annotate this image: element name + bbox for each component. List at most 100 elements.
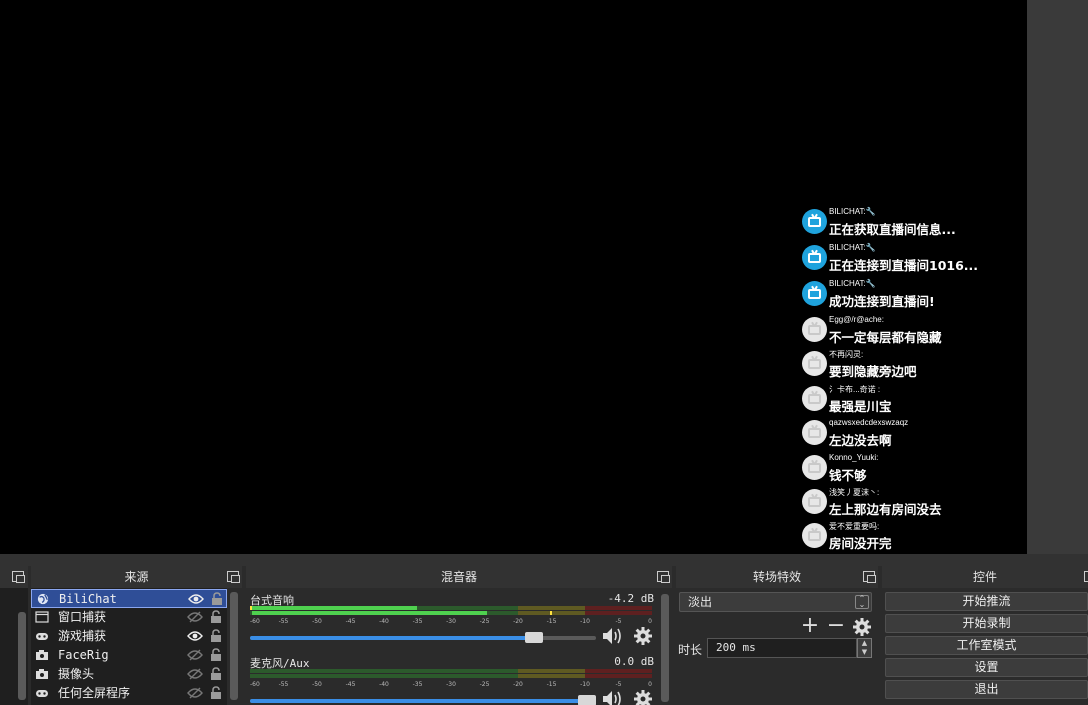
exit-button[interactable]: 退出	[885, 680, 1088, 699]
remove-icon[interactable]: −	[826, 615, 846, 637]
source-item[interactable]: 摄像头	[31, 665, 227, 684]
lock-icon[interactable]	[210, 610, 222, 624]
visibility-eye-icon[interactable]	[187, 630, 203, 642]
meter-tick-label: 0	[648, 618, 652, 625]
chat-username: BILICHAT:🔧	[829, 279, 876, 288]
chat-text: 房间没开完	[829, 536, 892, 551]
sources-title: 来源	[124, 570, 149, 584]
meter-tick-label: -50	[312, 681, 322, 688]
meter-tick-label: -10	[580, 681, 590, 688]
meter-tick-label: -45	[345, 618, 356, 625]
float-dock-icon[interactable]	[12, 571, 25, 583]
scenes-dock	[0, 566, 28, 705]
volume-slider[interactable]	[250, 632, 596, 643]
source-item[interactable]: FaceRig	[31, 646, 227, 665]
dock-splitter[interactable]	[0, 554, 1088, 566]
float-dock-icon[interactable]	[1084, 571, 1088, 582]
source-label: BiliChat	[59, 592, 117, 606]
bilibili-tv-icon	[802, 420, 827, 445]
meter-tick-label: -40	[379, 681, 389, 688]
bilibili-tv-icon	[802, 209, 827, 234]
browser-globe-icon	[37, 593, 49, 605]
visibility-hidden-icon[interactable]	[187, 687, 203, 699]
lock-icon[interactable]	[210, 667, 222, 681]
visibility-hidden-icon[interactable]	[187, 649, 203, 661]
lock-icon[interactable]	[210, 686, 222, 700]
bilibili-tv-icon	[802, 386, 827, 411]
gear-icon[interactable]	[853, 618, 871, 636]
chat-text: 要到隐藏旁边吧	[829, 364, 917, 379]
bilibili-tv-icon	[802, 317, 827, 342]
transition-select[interactable]: 淡出 ⌃ ⌄	[679, 592, 872, 612]
controls-panel: 开始推流 开始录制 工作室模式 设置 退出	[882, 588, 1088, 705]
meter-tick-label: -35	[412, 681, 423, 688]
lock-icon[interactable]	[211, 592, 223, 606]
scenes-list[interactable]	[0, 588, 28, 705]
meter-tick-label: -15	[546, 681, 557, 688]
lock-icon[interactable]	[210, 648, 222, 662]
source-label: 游戏捕获	[58, 629, 107, 643]
studio-mode-button[interactable]: 工作室模式	[885, 636, 1088, 655]
source-item[interactable]: BiliChat	[31, 589, 227, 608]
controls-title: 控件	[972, 570, 997, 584]
scrollbar[interactable]	[661, 594, 669, 702]
speaker-icon[interactable]	[602, 689, 624, 705]
meter-tick-label: -5	[615, 618, 622, 625]
scrollbar[interactable]	[18, 612, 26, 700]
dock-title-bar: 控件	[882, 566, 1088, 588]
chat-text: 钱不够	[829, 468, 867, 483]
source-label: 任何全屏程序	[58, 686, 131, 700]
volume-slider[interactable]	[250, 695, 596, 705]
source-item[interactable]: 游戏捕获	[31, 627, 227, 646]
float-dock-icon[interactable]	[657, 571, 670, 583]
sources-dock: 来源 BiliChat 窗口捕获 游戏捕获 FaceRig 摄像头 任何全屏程序	[31, 566, 242, 705]
chat-message: 爱不爱重要吗: 房间没开完	[802, 521, 1022, 551]
transitions-panel: 淡出 ⌃ ⌄ + − 时长 200 ms ▲ ▼	[676, 588, 878, 705]
meter-tick-label: -50	[312, 618, 322, 625]
chat-text: 最强是川宝	[829, 399, 892, 414]
meter-tick-label: -60	[250, 681, 260, 688]
meter-tick-label: -55	[278, 681, 289, 688]
camera-icon	[36, 650, 48, 660]
visibility-hidden-icon[interactable]	[187, 611, 203, 623]
speaker-icon[interactable]	[602, 626, 624, 646]
gear-icon[interactable]	[634, 627, 652, 645]
add-icon[interactable]: +	[800, 615, 820, 637]
gear-icon[interactable]	[634, 690, 652, 705]
sources-list[interactable]: BiliChat 窗口捕获 游戏捕获 FaceRig 摄像头 任何全屏程序	[31, 588, 227, 705]
mixer-channel: 台式音响 -4.2 dB -60 -55 -50 -45 -40 -35 -30 -25 -20…	[250, 592, 654, 652]
meter-tick-label: -55	[278, 618, 289, 625]
bilibili-tv-icon	[802, 455, 827, 480]
level-meter	[250, 669, 652, 673]
start-recording-button[interactable]: 开始录制	[885, 614, 1088, 633]
dock-title-bar	[0, 566, 28, 588]
duration-spinner[interactable]: ▲ ▼	[857, 638, 872, 658]
visibility-hidden-icon[interactable]	[187, 668, 203, 680]
slider-thumb[interactable]	[524, 632, 543, 643]
chat-username: Konno_Yuuki:	[829, 453, 879, 462]
slider-thumb[interactable]	[578, 695, 596, 705]
lock-icon[interactable]	[210, 629, 222, 643]
sources-panel: BiliChat 窗口捕获 游戏捕获 FaceRig 摄像头 任何全屏程序	[31, 588, 242, 705]
dock-title-bar: 转场特效	[676, 566, 878, 588]
volume-fill	[250, 636, 534, 640]
scrollbar[interactable]	[230, 592, 238, 700]
float-dock-icon[interactable]	[227, 571, 240, 583]
start-streaming-button[interactable]: 开始推流	[885, 592, 1088, 611]
meter-tick-label: -20	[513, 681, 523, 688]
chat-message: 不再闪灵: 要到隐藏旁边吧	[802, 349, 1022, 379]
chat-username: 爱不爱重要吗:	[829, 522, 880, 531]
visibility-eye-icon[interactable]	[188, 593, 204, 605]
duration-input[interactable]: 200 ms	[707, 638, 857, 658]
float-dock-icon[interactable]	[863, 571, 876, 583]
source-item[interactable]: 任何全屏程序	[31, 684, 227, 703]
source-label: FaceRig	[58, 648, 109, 662]
meter-tick-label: -20	[513, 618, 523, 625]
dock-title-bar: 混音器	[246, 566, 672, 588]
settings-button[interactable]: 设置	[885, 658, 1088, 677]
duration-label: 时长	[678, 643, 703, 657]
source-item[interactable]: 窗口捕获	[31, 608, 227, 627]
meter-tick-label: -35	[412, 618, 423, 625]
bilibili-tv-icon	[802, 489, 827, 514]
chat-text: 成功连接到直播间!	[829, 294, 935, 309]
